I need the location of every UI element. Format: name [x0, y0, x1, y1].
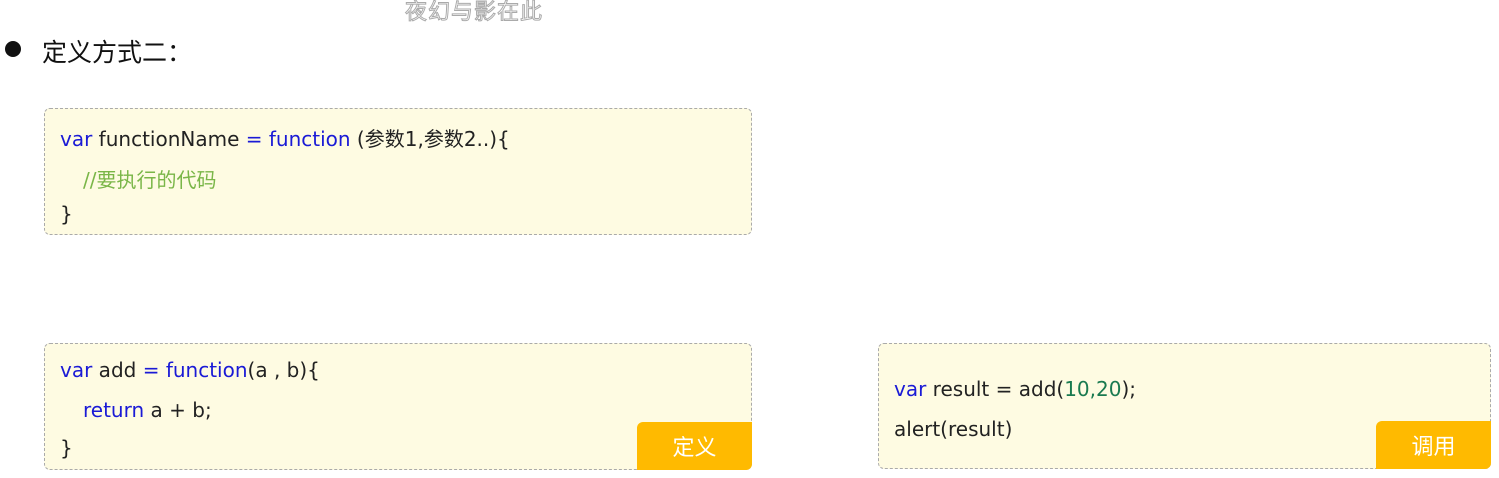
- keyword: var: [894, 377, 927, 401]
- code-line: }: [60, 436, 73, 460]
- params: (参数1,参数2..){: [350, 127, 510, 151]
- params: (a , b){: [247, 358, 320, 382]
- expression: a + b;: [144, 398, 212, 422]
- keyword: = function: [142, 358, 248, 382]
- define-example-box: var add = function(a , b){ return a + b;…: [44, 343, 752, 470]
- syntax-code-box: var functionName = function (参数1,参数2..){…: [44, 108, 752, 235]
- code-line: }: [60, 202, 73, 226]
- watermark: 夜幻与影在此: [404, 0, 544, 26]
- number: 10: [1064, 377, 1090, 401]
- code-line: alert(result): [894, 417, 1013, 441]
- code-comment: //要执行的代码: [83, 168, 217, 192]
- code-text: result = add(: [926, 377, 1065, 401]
- code-line: var result = add(10,20);: [894, 377, 1136, 401]
- code-line: var add = function(a , b){: [60, 358, 320, 382]
- heading: 定义方式二：: [42, 38, 193, 67]
- call-tag: 调用: [1376, 421, 1491, 469]
- bullet-icon: [5, 41, 21, 57]
- keyword: var: [60, 127, 93, 151]
- code-text: );: [1121, 377, 1137, 401]
- code-line: var functionName = function (参数1,参数2..){: [60, 123, 510, 152]
- call-example-box: var result = add(10,20); alert(result) 调…: [878, 343, 1491, 469]
- keyword: var: [60, 358, 93, 382]
- keyword: return: [83, 398, 145, 422]
- code-line: return a + b;: [83, 398, 212, 422]
- number: 20: [1096, 377, 1122, 401]
- identifier: add: [92, 358, 143, 382]
- define-tag: 定义: [637, 422, 752, 470]
- identifier: functionName: [92, 127, 246, 151]
- keyword: = function: [245, 127, 351, 151]
